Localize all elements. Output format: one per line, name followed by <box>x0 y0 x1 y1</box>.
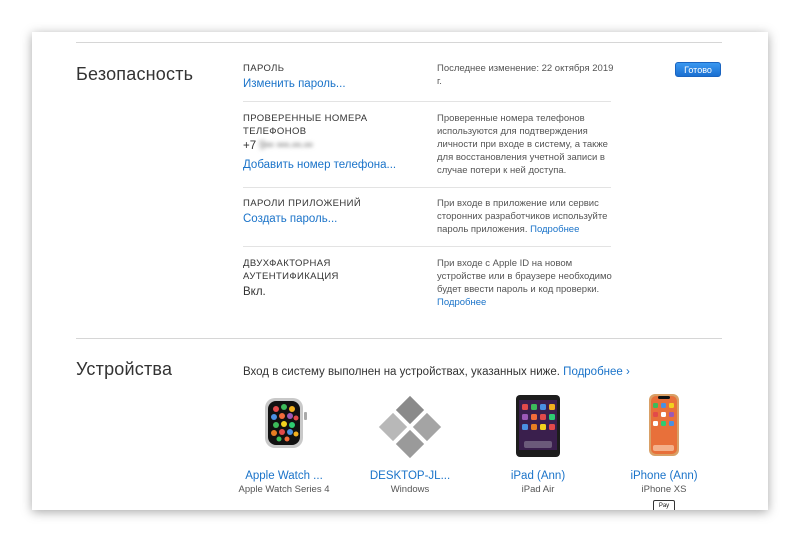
app-passwords-more-link[interactable]: Подробнее <box>530 224 579 235</box>
row-divider <box>243 246 611 247</box>
devices-section-title: Устройства <box>76 359 173 379</box>
devices-intro: Вход в систему выполнен на устройствах, … <box>243 366 630 378</box>
device-model: iPad Air <box>521 484 555 495</box>
trusted-phone-number: +7 9•• •••-••-•• <box>243 140 313 152</box>
top-divider <box>76 42 722 43</box>
change-password-link[interactable]: Изменить пароль... <box>243 78 346 90</box>
ipad-icon <box>483 392 593 460</box>
device-iphone[interactable]: iPhone (Ann) iPhone XS <box>609 392 719 495</box>
device-name[interactable]: DESKTOP-JL... <box>355 470 465 482</box>
device-ipad[interactable]: iPad (Ann) iPad Air <box>483 392 593 495</box>
app-passwords-description: При входе в приложение или сервис сторон… <box>437 197 619 236</box>
trusted-phones-description: Проверенные номера телефонов используютс… <box>437 113 608 176</box>
row-divider <box>243 187 611 188</box>
device-model: Windows <box>390 484 430 495</box>
account-settings-card: Безопасность Готово ПАРОЛЬ Изменить паро… <box>32 32 768 510</box>
done-button[interactable]: Готово <box>675 62 721 77</box>
apple-watch-icon <box>229 392 339 460</box>
device-model: iPhone XS <box>641 484 687 495</box>
create-password-link[interactable]: Создать пароль... <box>243 213 337 225</box>
devices-more-link[interactable]: Подробнее › <box>563 366 630 378</box>
device-windows-desktop[interactable]: DESKTOP-JL... Windows <box>355 392 465 495</box>
two-factor-description: При входе с Apple ID на новом устройстве… <box>437 257 619 309</box>
trusted-phones-label: ПРОВЕРЕННЫЕ НОМЕРА ТЕЛЕФОНОВ <box>243 113 368 137</box>
device-apple-watch[interactable]: Apple Watch ... Apple Watch Series 4 <box>229 392 339 495</box>
two-factor-description-text: При входе с Apple ID на новом устройстве… <box>437 258 612 295</box>
devices-intro-text: Вход в систему выполнен на устройствах, … <box>243 366 560 378</box>
two-factor-status: Вкл. <box>243 286 266 298</box>
phone-number-blurred: 9•• •••-••-•• <box>259 140 313 152</box>
device-model: Apple Watch Series 4 <box>238 484 330 495</box>
windows-logo-icon <box>355 392 465 460</box>
password-description: Последнее изменение: 22 октября 2019 г. <box>437 63 614 87</box>
security-section-title: Безопасность <box>76 64 194 84</box>
device-name[interactable]: Apple Watch ... <box>229 470 339 482</box>
iphone-icon <box>609 392 719 460</box>
app-passwords-label: ПАРОЛИ ПРИЛОЖЕНИЙ <box>243 198 362 209</box>
two-factor-label: ДВУХФАКТОРНАЯ АУТЕНТИФИКАЦИЯ <box>243 258 339 282</box>
device-name[interactable]: iPad (Ann) <box>483 470 593 482</box>
password-label: ПАРОЛЬ <box>243 63 285 74</box>
section-divider <box>76 338 722 339</box>
add-phone-link[interactable]: Добавить номер телефона... <box>243 159 396 171</box>
phone-prefix: +7 <box>243 140 257 152</box>
two-factor-more-link[interactable]: Подробнее <box>437 297 486 308</box>
device-name[interactable]: iPhone (Ann) <box>609 470 719 482</box>
app-passwords-description-text: При входе в приложение или сервис сторон… <box>437 198 608 235</box>
apple-pay-icon: Pay <box>653 500 675 510</box>
row-divider <box>243 101 611 102</box>
